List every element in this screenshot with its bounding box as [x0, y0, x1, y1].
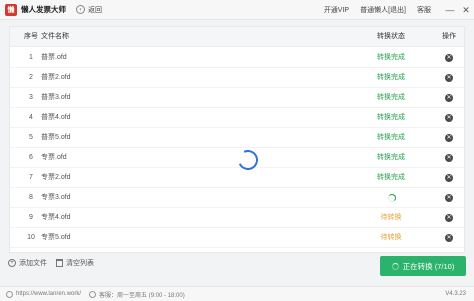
row-file-name: 普票2.ofd [41, 74, 71, 81]
row-file-name: 专票2.ofd [41, 174, 71, 181]
delete-icon[interactable]: ✕ [445, 74, 453, 82]
delete-icon[interactable]: ✕ [445, 54, 453, 62]
convert-button-label: 正在转换 (7/10) [402, 261, 455, 271]
service-hours: 客服：周一至周五 (9:00 - 18:00) [99, 292, 185, 299]
table-row: 8 专票3.ofd ✕ [10, 188, 464, 208]
header-index: 序号 [24, 33, 38, 40]
delete-icon[interactable]: ✕ [445, 154, 453, 162]
table-row: 5 普票5.ofd 转换完成 ✕ [10, 128, 464, 148]
row-file-name: 专票4.ofd [41, 214, 71, 221]
plus-circle-icon: + [8, 259, 16, 267]
user-account-link[interactable]: 普通懒人[退出] [360, 5, 406, 15]
minimize-icon[interactable]: — [442, 5, 458, 15]
delete-icon[interactable]: ✕ [445, 194, 453, 202]
trash-icon [56, 259, 63, 267]
row-status: 待转换 [380, 234, 402, 241]
service-link[interactable]: 客服 [417, 5, 431, 15]
row-index: 4 [29, 114, 33, 121]
button-spinner-icon [391, 262, 399, 270]
clock-icon [89, 290, 97, 298]
delete-icon[interactable]: ✕ [445, 234, 453, 242]
row-operation: ✕ [442, 228, 458, 248]
list-actions: + 添加文件 清空列表 [8, 258, 103, 268]
app-logo: 懒 [5, 3, 17, 16]
header-name: 文件名称 [41, 33, 69, 40]
row-index: 9 [29, 214, 33, 221]
row-file-name: 普票5.ofd [41, 134, 71, 141]
back-arrow-icon: ‹ [76, 5, 85, 14]
row-file-name: 普票3.ofd [41, 94, 71, 101]
table-row: 2 普票2.ofd 转换完成 ✕ [10, 68, 464, 88]
row-operation: ✕ [442, 68, 458, 88]
row-index: 5 [29, 134, 33, 141]
row-file-name: 专票.ofd [41, 154, 67, 161]
row-status-converting [366, 188, 416, 208]
close-window-icon[interactable]: ✕ [458, 5, 474, 16]
row-index: 8 [29, 194, 33, 201]
row-operation: ✕ [442, 188, 458, 208]
row-operation: ✕ [442, 108, 458, 128]
file-table: 序号 文件名称 转换状态 操作 1 普票.ofd 转换完成 ✕ 2 普票2.ofd 转换完成… [9, 26, 465, 253]
header-operation: 操作 [442, 33, 456, 40]
back-label: 返回 [88, 6, 102, 14]
row-operation: ✕ [442, 168, 458, 188]
website-link[interactable]: https://www.lanren.work/ [16, 291, 81, 297]
row-operation: ✕ [442, 208, 458, 228]
back-button[interactable]: ‹ 返回 [76, 5, 102, 15]
status-bar: https://www.lanren.work/ 客服：周一至周五 (9:00 … [0, 286, 474, 301]
row-status: 待转换 [380, 214, 402, 221]
row-status: 转换完成 [377, 174, 405, 181]
vip-link[interactable]: 开通VIP [324, 5, 349, 15]
delete-icon[interactable]: ✕ [445, 94, 453, 102]
table-row: 10 专票5.ofd 待转换 ✕ [10, 228, 464, 248]
row-file-name: 专票3.ofd [41, 194, 71, 201]
header-status: 转换状态 [377, 33, 405, 40]
row-status: 转换完成 [377, 114, 405, 121]
convert-button[interactable]: 正在转换 (7/10) [380, 256, 466, 276]
clear-list-label: 清空列表 [66, 260, 94, 267]
row-index: 10 [27, 234, 35, 241]
row-file-name: 普票.ofd [41, 54, 67, 61]
delete-icon[interactable]: ✕ [445, 114, 453, 122]
row-status: 转换完成 [377, 154, 405, 161]
row-operation: ✕ [442, 88, 458, 108]
add-file-button[interactable]: + 添加文件 [8, 258, 47, 268]
title-bar-actions: 开通VIP 普通懒人[退出] 客服 — ✕ [324, 0, 474, 20]
table-row: 1 普票.ofd 转换完成 ✕ [10, 48, 464, 68]
row-status: 转换完成 [377, 54, 405, 61]
row-file-name: 专票5.ofd [41, 234, 71, 241]
table-header: 序号 文件名称 转换状态 操作 [10, 27, 464, 47]
title-bar: 懒 懒人发票大师 ‹ 返回 开通VIP 普通懒人[退出] 客服 — ✕ [0, 0, 474, 20]
row-status: 转换完成 [377, 134, 405, 141]
add-file-label: 添加文件 [19, 260, 47, 267]
row-index: 6 [29, 154, 33, 161]
converting-spinner-icon [388, 194, 396, 202]
row-status: 转换完成 [377, 74, 405, 81]
row-operation: ✕ [442, 48, 458, 68]
delete-icon[interactable]: ✕ [445, 174, 453, 182]
clear-list-button[interactable]: 清空列表 [56, 258, 94, 268]
row-operation: ✕ [442, 148, 458, 168]
table-row: 7 专票2.ofd 转换完成 ✕ [10, 168, 464, 188]
row-index: 1 [29, 54, 33, 61]
app-title: 懒人发票大师 [21, 5, 66, 14]
row-index: 2 [29, 74, 33, 81]
version-label: V4.3.23 [445, 291, 466, 297]
table-row: 3 普票3.ofd 转换完成 ✕ [10, 88, 464, 108]
row-index: 3 [29, 94, 33, 101]
delete-icon[interactable]: ✕ [445, 214, 453, 222]
table-row: 9 专票4.ofd 待转换 ✕ [10, 208, 464, 228]
delete-icon[interactable]: ✕ [445, 134, 453, 142]
row-index: 7 [29, 174, 33, 181]
row-status: 转换完成 [377, 94, 405, 101]
globe-icon [6, 290, 13, 298]
row-file-name: 普票4.ofd [41, 114, 71, 121]
row-operation: ✕ [442, 128, 458, 148]
table-row: 4 普票4.ofd 转换完成 ✕ [10, 108, 464, 128]
